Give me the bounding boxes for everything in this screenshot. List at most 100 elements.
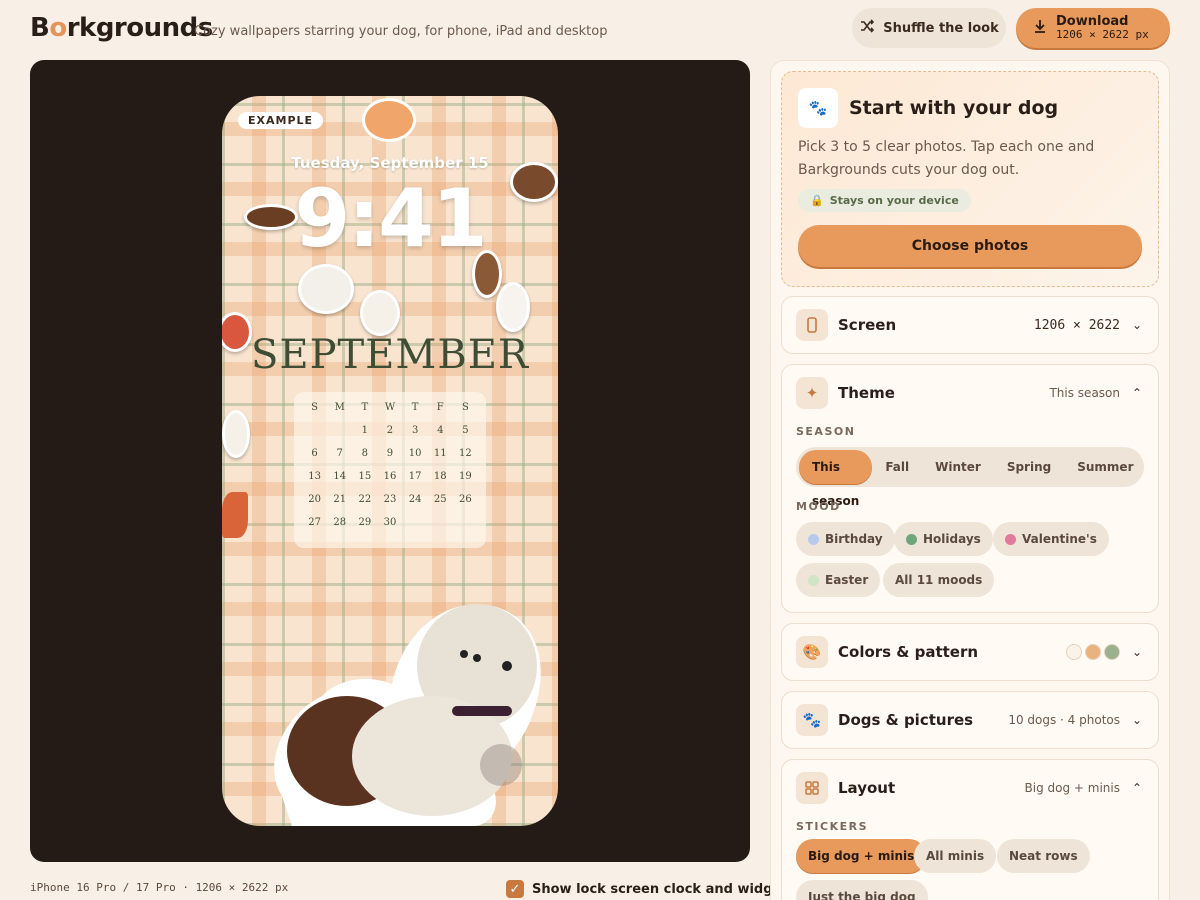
calendar-day: 26 [459,494,472,505]
mood-color-dot [906,533,917,545]
download-label: Download [1056,14,1129,29]
color-swatch [1104,644,1120,660]
dog-sticker [496,282,530,332]
chevron-down-icon: ⌄ [1131,318,1143,332]
grid-icon [796,772,828,804]
calendar-day [403,513,428,532]
calendar-day: 10 [408,448,422,459]
mood-color-dot [1005,533,1016,545]
calendar-day: 15 [358,471,372,482]
calendar-weekday: T [361,402,369,413]
example-badge: EXAMPLE [238,112,324,129]
season-selector: This season Fall Winter Spring Summer [796,447,1146,508]
screen-section: Screen 1206 × 2622 ⌄ [781,296,1159,354]
calendar-day: 18 [433,471,447,482]
layout-header[interactable]: Layout Big dog + minis ⌃ [796,772,1144,804]
mood-color-dot [808,574,819,586]
calendar-day: 17 [408,471,422,482]
screen-header[interactable]: Screen 1206 × 2622 ⌄ [796,309,1144,341]
calendar-weekday: S [311,402,318,413]
calendar-day: 20 [308,494,321,505]
colors-header[interactable]: 🎨 Colors & pattern ⌄ [796,636,1144,668]
calendar-day: 29 [358,517,372,528]
paw-icon: 🐾 [796,704,828,736]
privacy-pill: 🔒 Stays on your device [798,189,971,212]
lock-icon: 🔒 [810,194,824,207]
layout-option[interactable]: Just the big dog [796,880,928,900]
calendar-day [327,421,352,440]
camera-shortcut-button[interactable] [480,744,522,786]
mood-chip[interactable]: Birthday [796,522,895,556]
mood-label: MOOD [796,500,841,513]
mood-chip[interactable]: All 11 moods [883,563,995,597]
mood-chip[interactable]: Valentine's [993,522,1109,556]
lock-screen-date: Tuesday, September 15 [291,154,489,172]
dogs-value: 10 dogs · 4 photos [1008,713,1120,727]
calendar-day: 14 [333,471,347,482]
checkbox-checked-icon[interactable]: ✓ [506,880,524,898]
theme-header[interactable]: ✦ Theme This season ⌃ [796,377,1144,409]
calendar-day: 16 [383,471,397,482]
chevron-up-icon: ⌃ [1131,781,1143,795]
color-swatch [1066,644,1082,660]
season-option[interactable]: Spring [994,450,1064,484]
calendar-day: 30 [383,517,397,528]
theme-value: This season [1049,386,1120,400]
start-title: Start with your dog [849,97,1059,119]
colors-section: 🎨 Colors & pattern ⌄ [781,623,1159,681]
clock-toggle[interactable]: ✓ Show lock screen clock and widgets [506,880,795,898]
shuffle-label: Shuffle the look [883,20,999,36]
calendar-day: 24 [408,494,422,505]
leaf-sticker [222,492,248,538]
calendar-day: 25 [433,494,447,505]
calendar-weekday: S [461,402,469,413]
layout-option[interactable]: All minis [914,839,997,873]
season-option[interactable]: Fall [872,450,922,484]
sparkle-icon: ✦ [796,377,828,409]
shuffle-icon [859,18,875,38]
dogs-section: 🐾 Dogs & pictures 10 dogs · 4 photos ⌄ [781,691,1159,749]
chevron-down-icon: ⌄ [1131,713,1143,727]
calendar-day: 22 [358,494,372,505]
choose-photos-button[interactable]: Choose photos [798,225,1142,267]
app-logo[interactable]: Borkgrounds [30,13,213,43]
layout-value: Big dog + minis [1024,781,1120,795]
mood-chip-label: Valentine's [1022,532,1097,546]
device-caption: iPhone 16 Pro / 17 Pro · 1206 × 2622 px [30,881,289,894]
mood-chip-label: Easter [825,573,869,587]
layout-option[interactable]: Big dog + minis [796,839,927,873]
palette-icon: 🎨 [796,636,828,668]
calendar-day: 12 [459,448,472,459]
layout-title: Layout [838,779,896,797]
season-option[interactable]: Winter [922,450,994,484]
wallpaper-preview[interactable]: EXAMPLE Tuesday, September 15 9:41 SEPTE… [222,96,558,826]
download-button[interactable]: Download 1206 × 2622 px [1016,8,1170,48]
colors-title: Colors & pattern [838,643,979,661]
calendar-day: 27 [308,517,321,528]
screen-title: Screen [838,316,897,334]
season-option[interactable]: Summer [1064,450,1146,484]
season-label: SEASON [796,425,856,438]
logo-rest: rkgrounds [66,13,214,43]
mood-chip[interactable]: Easter [796,563,881,597]
mood-chip-label: Birthday [825,532,883,546]
season-option[interactable]: This season [799,450,873,508]
calendar-day: 13 [308,471,321,482]
mood-chip[interactable]: Holidays [894,522,993,556]
layout-option[interactable]: Neat rows [997,839,1090,873]
start-description: Pick 3 to 5 clear photos. Tap each one a… [798,139,1095,178]
shuffle-button[interactable]: Shuffle the look [852,8,1006,48]
calendar-month: SEPTEMBER [250,332,530,378]
calendar-day: 8 [361,448,369,459]
paw-icon: 🐾 [798,88,838,128]
theme-title: Theme [838,384,895,402]
dogs-header[interactable]: 🐾 Dogs & pictures 10 dogs · 4 photos ⌄ [796,704,1144,736]
privacy-pill-label: Stays on your device [829,194,959,207]
layout-section: Layout Big dog + minis ⌃ STICKERS Big do… [781,759,1159,900]
calendar-weekday: W [384,402,396,413]
logo-letter-b: B [30,13,50,43]
color-swatch [1085,644,1101,660]
calendar-day: 7 [336,448,343,459]
calendar-day: 6 [311,448,318,459]
screen-value: 1206 × 2622 [1033,317,1120,333]
